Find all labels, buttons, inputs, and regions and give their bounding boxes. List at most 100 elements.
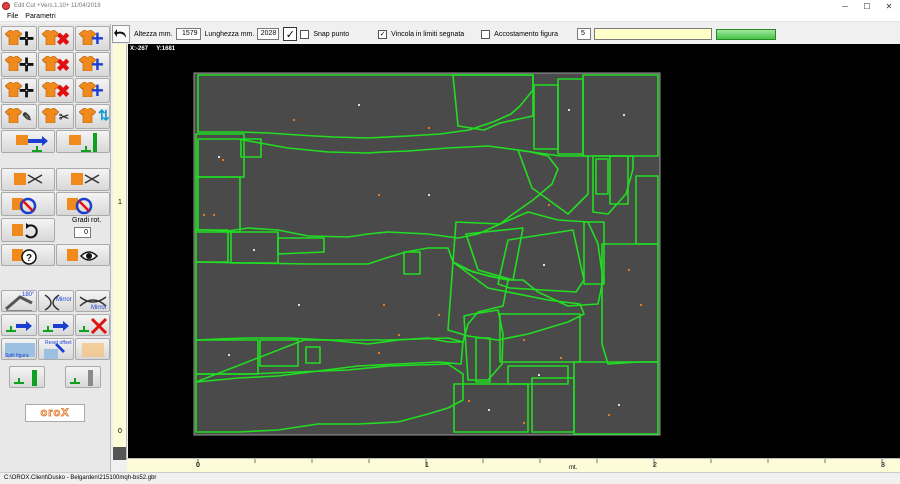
align-right-button[interactable] xyxy=(56,130,110,153)
notch-dot xyxy=(640,304,642,306)
add-piece-button[interactable]: + xyxy=(75,52,110,77)
notch-dot xyxy=(398,334,400,336)
rotate-right-button[interactable] xyxy=(56,192,110,216)
piece-label xyxy=(428,194,430,196)
mirror-label: Mirror xyxy=(91,305,107,311)
move-selection-button[interactable]: ✛ xyxy=(1,78,37,103)
piece-label xyxy=(538,374,540,376)
piece-label xyxy=(618,404,620,406)
notch-dot xyxy=(428,127,430,129)
gradi-rot-label: Gradi rot. xyxy=(72,217,102,224)
delete-piece-button[interactable]: ✖ xyxy=(38,52,74,77)
mirror-horizontal-button[interactable]: Mirror xyxy=(75,290,110,312)
piece-label xyxy=(543,264,545,266)
offset-icon xyxy=(82,343,104,357)
status-bar: C:\OROX.Client\Dusko - Belgarden\215100m… xyxy=(0,472,900,483)
delete-selection-button[interactable]: ✖ xyxy=(38,78,74,103)
sheet-area xyxy=(193,72,661,436)
offset-value-button[interactable] xyxy=(75,338,110,360)
add-plus-icon: + xyxy=(91,52,104,77)
reset-offset-button[interactable]: Reset offset xyxy=(38,338,74,360)
move-piece-button[interactable]: ✛ xyxy=(1,52,37,77)
help-icon: ? xyxy=(12,249,37,265)
cut-left-button[interactable] xyxy=(1,168,55,191)
marker-layout[interactable] xyxy=(128,44,900,458)
marker-green-button[interactable] xyxy=(9,366,45,388)
marker-icon xyxy=(70,370,93,386)
notch-dot xyxy=(608,414,610,416)
maximize-button[interactable]: ☐ xyxy=(856,0,878,12)
undo-button[interactable] xyxy=(112,25,130,43)
ruler-unit: mt. xyxy=(569,465,578,471)
menu-file[interactable]: File xyxy=(7,13,18,20)
accostamento-label: Accostamento figura xyxy=(494,30,558,38)
rotate-free-button[interactable] xyxy=(1,218,55,242)
marker-gray-button[interactable] xyxy=(65,366,101,388)
ruler-label: 1 xyxy=(118,199,122,206)
minimize-button[interactable]: ─ xyxy=(834,0,856,12)
shirt-icon xyxy=(79,108,96,123)
snap-checkbox[interactable] xyxy=(300,29,310,39)
rotate-icon xyxy=(12,197,37,215)
altezza-label: Altezza mm. xyxy=(134,30,173,38)
accostamento-checkbox[interactable] xyxy=(481,29,491,39)
shift-left-button[interactable] xyxy=(1,314,37,336)
delete-marker-button[interactable] xyxy=(75,314,110,336)
rotate-left-button[interactable] xyxy=(1,192,55,216)
piece-label xyxy=(218,156,220,158)
lunghezza-label: Lunghezza mm. xyxy=(204,30,255,38)
marker-icon xyxy=(14,370,37,386)
ruler-label: 2 xyxy=(653,462,657,469)
menu-bar: File Parametri xyxy=(0,12,900,22)
view-button[interactable] xyxy=(56,244,110,266)
split-label: Split figura xyxy=(5,353,29,359)
align-icon xyxy=(69,133,97,152)
move-all-button[interactable]: ✛ xyxy=(1,26,37,51)
add-plus-icon: + xyxy=(91,78,104,103)
app-icon xyxy=(2,2,10,10)
add-all-button[interactable]: + xyxy=(75,26,110,51)
snap-label: Snap punto xyxy=(313,30,350,38)
delete-x-icon: ✖ xyxy=(56,82,71,101)
mirror-label: Mirror xyxy=(56,297,72,303)
info-text-field[interactable] xyxy=(593,28,712,40)
logo-text: oroX xyxy=(40,407,70,420)
shirt-icon xyxy=(42,108,59,123)
edit-piece-button[interactable]: ✎ xyxy=(1,104,37,129)
notch-dot xyxy=(468,400,470,402)
window-title: Edit Cut +Vers.1.10+ 11/04/2019 xyxy=(14,3,101,9)
altezza-input[interactable]: 1579 xyxy=(175,28,201,40)
piece-label xyxy=(253,249,255,251)
align-icon xyxy=(16,135,48,152)
lunghezza-input[interactable]: 2028 xyxy=(257,28,280,40)
gradi-rot-input[interactable]: 0 xyxy=(74,227,91,238)
notch-dot xyxy=(560,357,562,359)
piece-label xyxy=(228,354,230,356)
rotate-180-label: 180° xyxy=(22,292,35,298)
vincola-checkbox[interactable]: ✓ xyxy=(378,29,388,39)
snap-check-big[interactable]: ✓ xyxy=(283,27,298,41)
accostamento-input[interactable]: 5 xyxy=(576,28,591,40)
align-left-button[interactable] xyxy=(1,130,55,153)
cut-right-button[interactable] xyxy=(56,168,110,191)
piece-label xyxy=(298,304,300,306)
close-button[interactable]: ✕ xyxy=(878,0,900,12)
split-figure-button[interactable]: Split figura xyxy=(1,338,37,360)
sort-piece-button[interactable]: ⇅ xyxy=(75,104,110,129)
cutting-canvas[interactable]: X:-267 Y:1681 xyxy=(128,44,900,458)
add-selection-button[interactable]: + xyxy=(75,78,110,103)
reset-offset-label: Reset offset xyxy=(45,340,72,346)
menu-parametri[interactable]: Parametri xyxy=(25,13,55,20)
vertical-ruler: 1 0 xyxy=(113,44,127,460)
progress-bar xyxy=(715,28,776,40)
cut-piece-button[interactable]: ✂ xyxy=(38,104,74,129)
help-button[interactable]: ? xyxy=(1,244,55,266)
title-bar: Edit Cut +Vers.1.10+ 11/04/2019 ─ ☐ ✕ xyxy=(0,0,900,12)
delete-all-button[interactable]: ✖ xyxy=(38,26,74,51)
rotate-180-button[interactable]: 180° xyxy=(1,290,37,312)
ruler-label: 3 xyxy=(881,462,885,469)
shift-right-button[interactable] xyxy=(38,314,74,336)
window-controls: ─ ☐ ✕ xyxy=(834,0,900,12)
notch-dot xyxy=(438,314,440,316)
mirror-vertical-button[interactable]: Mirror xyxy=(38,290,74,312)
